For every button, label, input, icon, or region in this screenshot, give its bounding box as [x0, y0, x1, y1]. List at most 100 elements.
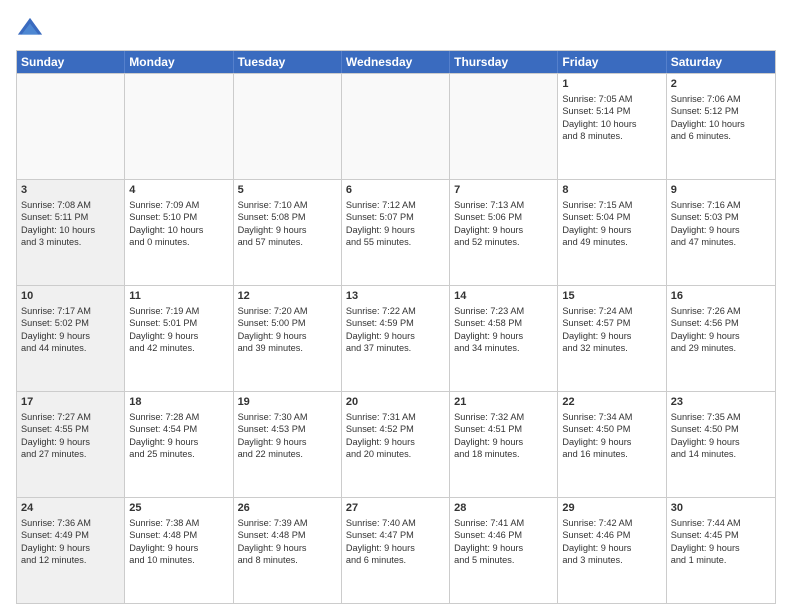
day-number: 1 — [562, 77, 661, 92]
header-cell-saturday: Saturday — [667, 51, 775, 73]
day-cell-14: 14Sunrise: 7:23 AM Sunset: 4:58 PM Dayli… — [450, 286, 558, 391]
header-cell-monday: Monday — [125, 51, 233, 73]
day-cell-30: 30Sunrise: 7:44 AM Sunset: 4:45 PM Dayli… — [667, 498, 775, 603]
day-cell-26: 26Sunrise: 7:39 AM Sunset: 4:48 PM Dayli… — [234, 498, 342, 603]
day-info: Sunrise: 7:42 AM Sunset: 4:46 PM Dayligh… — [562, 518, 632, 565]
day-cell-18: 18 Sunrise: 7:28 AM Sunset: 4:54 PM Dayli… — [125, 392, 233, 497]
day-info: Sunrise: 7:26 AM Sunset: 4:56 PM Dayligh… — [671, 306, 741, 353]
day-number: 3 — [21, 183, 120, 198]
day-info: Sunrise: 7:35 AM Sunset: 4:50 PM Dayligh… — [671, 412, 741, 459]
day-cell-2: 2 Sunrise: 7:06 AM Sunset: 5:12 PM Daylig… — [667, 74, 775, 179]
day-info: Sunrise: 7:22 AM Sunset: 4:59 PM Dayligh… — [346, 306, 416, 353]
header-cell-sunday: Sunday — [17, 51, 125, 73]
day-cell-23: 23 Sunrise: 7:35 AM Sunset: 4:50 PM Dayli… — [667, 392, 775, 497]
day-info: Sunrise: 7:05 AM Sunset: 5:14 PM Dayligh… — [562, 94, 636, 141]
day-number: 7 — [454, 183, 553, 198]
day-info: Sunrise: 7:24 AM Sunset: 4:57 PM Dayligh… — [562, 306, 632, 353]
day-info: Sunrise: 7:09 AM Sunset: 5:10 PM Dayligh… — [129, 200, 203, 247]
day-info: Sunrise: 7:08 AM Sunset: 5:11 PM Dayligh… — [21, 200, 95, 247]
day-info: Sunrise: 7:28 AM Sunset: 4:54 PM Dayligh… — [129, 412, 199, 459]
day-number: 5 — [238, 183, 337, 198]
logo-icon — [16, 16, 44, 44]
day-info: Sunrise: 7:30 AM Sunset: 4:53 PM Dayligh… — [238, 412, 308, 459]
day-number: 15 — [562, 289, 661, 304]
day-cell-1: 1 Sunrise: 7:05 AM Sunset: 5:14 PM Daylig… — [558, 74, 666, 179]
day-number: 10 — [21, 289, 120, 304]
day-info: Sunrise: 7:40 AM Sunset: 4:47 PM Dayligh… — [346, 518, 416, 565]
day-number: 24 — [21, 501, 120, 516]
day-cell-10: 10 Sunrise: 7:17 AM Sunset: 5:02 PM Dayli… — [17, 286, 125, 391]
day-cell-8: 8 Sunrise: 7:15 AM Sunset: 5:04 PM Daylig… — [558, 180, 666, 285]
day-info: Sunrise: 7:17 AM Sunset: 5:02 PM Dayligh… — [21, 306, 91, 353]
day-cell-empty-0-2 — [234, 74, 342, 179]
calendar: SundayMondayTuesdayWednesdayThursdayFrid… — [16, 50, 776, 604]
header — [16, 12, 776, 44]
day-cell-3: 3 Sunrise: 7:08 AM Sunset: 5:11 PM Daylig… — [17, 180, 125, 285]
calendar-row-4: 24 Sunrise: 7:36 AM Sunset: 4:49 PM Dayli… — [17, 497, 775, 603]
day-info: Sunrise: 7:38 AM Sunset: 4:48 PM Dayligh… — [129, 518, 199, 565]
day-info: Sunrise: 7:10 AM Sunset: 5:08 PM Dayligh… — [238, 200, 308, 247]
day-number: 28 — [454, 501, 553, 516]
day-number: 21 — [454, 395, 553, 410]
day-info: Sunrise: 7:27 AM Sunset: 4:55 PM Dayligh… — [21, 412, 91, 459]
day-cell-4: 4Sunrise: 7:09 AM Sunset: 5:10 PM Daylig… — [125, 180, 233, 285]
day-info: Sunrise: 7:36 AM Sunset: 4:49 PM Dayligh… — [21, 518, 91, 565]
day-info: Sunrise: 7:13 AM Sunset: 5:06 PM Dayligh… — [454, 200, 524, 247]
day-number: 16 — [671, 289, 771, 304]
day-cell-19: 19 Sunrise: 7:30 AM Sunset: 4:53 PM Dayli… — [234, 392, 342, 497]
day-info: Sunrise: 7:34 AM Sunset: 4:50 PM Dayligh… — [562, 412, 632, 459]
day-cell-15: 15 Sunrise: 7:24 AM Sunset: 4:57 PM Dayli… — [558, 286, 666, 391]
header-cell-friday: Friday — [558, 51, 666, 73]
day-info: Sunrise: 7:16 AM Sunset: 5:03 PM Dayligh… — [671, 200, 741, 247]
day-cell-24: 24 Sunrise: 7:36 AM Sunset: 4:49 PM Dayli… — [17, 498, 125, 603]
calendar-body: 1 Sunrise: 7:05 AM Sunset: 5:14 PM Daylig… — [17, 73, 775, 603]
day-number: 22 — [562, 395, 661, 410]
day-cell-11: 11 Sunrise: 7:19 AM Sunset: 5:01 PM Dayli… — [125, 286, 233, 391]
day-number: 26 — [238, 501, 337, 516]
day-cell-9: 9 Sunrise: 7:16 AM Sunset: 5:03 PM Daylig… — [667, 180, 775, 285]
day-info: Sunrise: 7:44 AM Sunset: 4:45 PM Dayligh… — [671, 518, 741, 565]
header-cell-tuesday: Tuesday — [234, 51, 342, 73]
day-cell-29: 29Sunrise: 7:42 AM Sunset: 4:46 PM Dayli… — [558, 498, 666, 603]
day-number: 2 — [671, 77, 771, 92]
day-info: Sunrise: 7:41 AM Sunset: 4:46 PM Dayligh… — [454, 518, 524, 565]
day-number: 9 — [671, 183, 771, 198]
day-number: 11 — [129, 289, 228, 304]
day-number: 6 — [346, 183, 445, 198]
day-number: 19 — [238, 395, 337, 410]
day-cell-25: 25Sunrise: 7:38 AM Sunset: 4:48 PM Dayli… — [125, 498, 233, 603]
day-number: 13 — [346, 289, 445, 304]
day-number: 17 — [21, 395, 120, 410]
day-info: Sunrise: 7:06 AM Sunset: 5:12 PM Dayligh… — [671, 94, 745, 141]
day-info: Sunrise: 7:23 AM Sunset: 4:58 PM Dayligh… — [454, 306, 524, 353]
calendar-row-2: 10 Sunrise: 7:17 AM Sunset: 5:02 PM Dayli… — [17, 285, 775, 391]
day-cell-7: 7 Sunrise: 7:13 AM Sunset: 5:06 PM Daylig… — [450, 180, 558, 285]
day-info: Sunrise: 7:19 AM Sunset: 5:01 PM Dayligh… — [129, 306, 199, 353]
day-cell-17: 17 Sunrise: 7:27 AM Sunset: 4:55 PM Dayli… — [17, 392, 125, 497]
logo — [16, 16, 48, 44]
page: SundayMondayTuesdayWednesdayThursdayFrid… — [0, 0, 792, 612]
day-cell-6: 6 Sunrise: 7:12 AM Sunset: 5:07 PM Daylig… — [342, 180, 450, 285]
calendar-row-3: 17 Sunrise: 7:27 AM Sunset: 4:55 PM Dayli… — [17, 391, 775, 497]
day-cell-20: 20Sunrise: 7:31 AM Sunset: 4:52 PM Dayli… — [342, 392, 450, 497]
day-cell-16: 16 Sunrise: 7:26 AM Sunset: 4:56 PM Dayli… — [667, 286, 775, 391]
day-cell-empty-0-3 — [342, 74, 450, 179]
day-cell-12: 12 Sunrise: 7:20 AM Sunset: 5:00 PM Dayli… — [234, 286, 342, 391]
day-number: 23 — [671, 395, 771, 410]
day-info: Sunrise: 7:20 AM Sunset: 5:00 PM Dayligh… — [238, 306, 308, 353]
day-cell-21: 21 Sunrise: 7:32 AM Sunset: 4:51 PM Dayli… — [450, 392, 558, 497]
day-cell-empty-0-1 — [125, 74, 233, 179]
day-info: Sunrise: 7:31 AM Sunset: 4:52 PM Dayligh… — [346, 412, 416, 459]
day-cell-22: 22 Sunrise: 7:34 AM Sunset: 4:50 PM Dayli… — [558, 392, 666, 497]
day-number: 18 — [129, 395, 228, 410]
day-info: Sunrise: 7:32 AM Sunset: 4:51 PM Dayligh… — [454, 412, 524, 459]
day-cell-13: 13 Sunrise: 7:22 AM Sunset: 4:59 PM Dayli… — [342, 286, 450, 391]
day-number: 12 — [238, 289, 337, 304]
calendar-row-1: 3 Sunrise: 7:08 AM Sunset: 5:11 PM Daylig… — [17, 179, 775, 285]
day-info: Sunrise: 7:12 AM Sunset: 5:07 PM Dayligh… — [346, 200, 416, 247]
day-info: Sunrise: 7:15 AM Sunset: 5:04 PM Dayligh… — [562, 200, 632, 247]
day-number: 8 — [562, 183, 661, 198]
calendar-header: SundayMondayTuesdayWednesdayThursdayFrid… — [17, 51, 775, 73]
header-cell-thursday: Thursday — [450, 51, 558, 73]
header-cell-wednesday: Wednesday — [342, 51, 450, 73]
